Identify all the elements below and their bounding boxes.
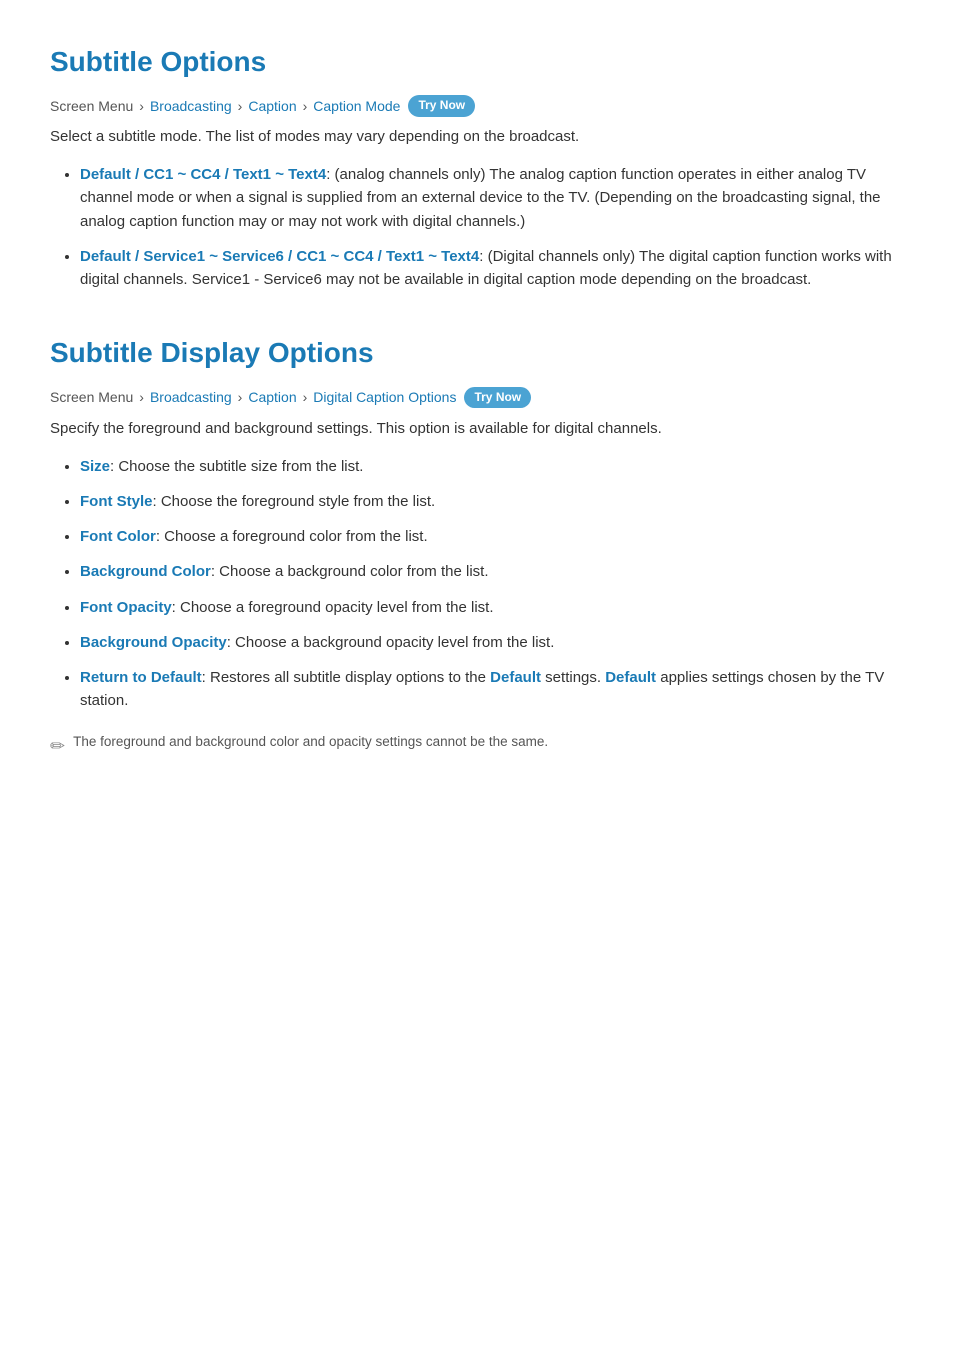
note-row: ✏ The foreground and background color an… (50, 731, 904, 761)
list-item: Size: Choose the subtitle size from the … (80, 455, 904, 478)
breadcrumb-caption-mode[interactable]: Caption Mode (313, 95, 400, 117)
breadcrumb-digital-caption-options[interactable]: Digital Caption Options (313, 386, 456, 408)
breadcrumb-sep3: › (303, 95, 308, 117)
highlight-default-service: Default / Service1 ~ Service6 / CC1 ~ CC… (80, 248, 479, 265)
list-item: Default / Service1 ~ Service6 / CC1 ~ CC… (80, 245, 904, 292)
font-style-text: : Choose the foreground style from the l… (153, 493, 436, 510)
label-font-opacity: Font Opacity (80, 599, 172, 616)
breadcrumb-prefix-2: Screen Menu (50, 386, 133, 408)
note-text: The foreground and background color and … (73, 731, 548, 753)
try-now-badge-1[interactable]: Try Now (408, 95, 475, 116)
subtitle-options-list: Default / CC1 ~ CC4 / Text1 ~ Text4: (an… (50, 163, 904, 291)
font-opacity-text: : Choose a foreground opacity level from… (172, 599, 494, 616)
font-color-text: : Choose a foreground color from the lis… (156, 528, 428, 545)
list-item: Font Style: Choose the foreground style … (80, 490, 904, 513)
breadcrumb-sep1: › (139, 95, 144, 117)
return-to-default-text1: : Restores all subtitle display options … (202, 669, 491, 686)
list-item: Default / CC1 ~ CC4 / Text1 ~ Text4: (an… (80, 163, 904, 233)
list-item: Font Color: Choose a foreground color fr… (80, 525, 904, 548)
subtitle-display-options-title: Subtitle Display Options (50, 331, 904, 376)
label-font-color: Font Color (80, 528, 156, 545)
list-item: Background Opacity: Choose a background … (80, 631, 904, 654)
subtitle-display-options-section: Subtitle Display Options Screen Menu › B… (50, 331, 904, 760)
breadcrumb-broadcasting-2[interactable]: Broadcasting (150, 386, 232, 408)
subtitle-options-section: Subtitle Options Screen Menu › Broadcast… (50, 40, 904, 291)
subtitle-options-title: Subtitle Options (50, 40, 904, 85)
list-item: Return to Default: Restores all subtitle… (80, 666, 904, 713)
highlight-default-2: Default (605, 669, 656, 686)
breadcrumb-broadcasting[interactable]: Broadcasting (150, 95, 232, 117)
subtitle-options-description: Select a subtitle mode. The list of mode… (50, 125, 904, 149)
list-item: Font Opacity: Choose a foreground opacit… (80, 596, 904, 619)
breadcrumb-sep6: › (303, 386, 308, 408)
highlight-default-cc1: Default / CC1 ~ CC4 / Text1 ~ (80, 166, 288, 183)
label-background-opacity: Background Opacity (80, 634, 227, 651)
label-font-style: Font Style (80, 493, 153, 510)
background-color-text: : Choose a background color from the lis… (211, 563, 489, 580)
return-to-default-text2: settings. (541, 669, 605, 686)
label-background-color: Background Color (80, 563, 211, 580)
label-size: Size (80, 458, 110, 475)
highlight-default-1: Default (490, 669, 541, 686)
breadcrumb-sep5: › (238, 386, 243, 408)
breadcrumb-caption-2[interactable]: Caption (248, 386, 296, 408)
pencil-icon: ✏ (50, 732, 65, 761)
breadcrumb-sep2: › (238, 95, 243, 117)
subtitle-options-breadcrumb: Screen Menu › Broadcasting › Caption › C… (50, 95, 904, 117)
breadcrumb-sep4: › (139, 386, 144, 408)
list-item: Background Color: Choose a background co… (80, 560, 904, 583)
breadcrumb-prefix: Screen Menu (50, 95, 133, 117)
try-now-badge-2[interactable]: Try Now (464, 387, 531, 408)
subtitle-display-description: Specify the foreground and background se… (50, 417, 904, 441)
background-opacity-text: : Choose a background opacity level from… (227, 634, 555, 651)
size-text: : Choose the subtitle size from the list… (110, 458, 363, 475)
highlight-text4: Text4 (288, 166, 326, 183)
breadcrumb-caption[interactable]: Caption (248, 95, 296, 117)
subtitle-display-list: Size: Choose the subtitle size from the … (50, 455, 904, 713)
subtitle-display-breadcrumb: Screen Menu › Broadcasting › Caption › D… (50, 386, 904, 408)
label-return-to-default: Return to Default (80, 669, 202, 686)
